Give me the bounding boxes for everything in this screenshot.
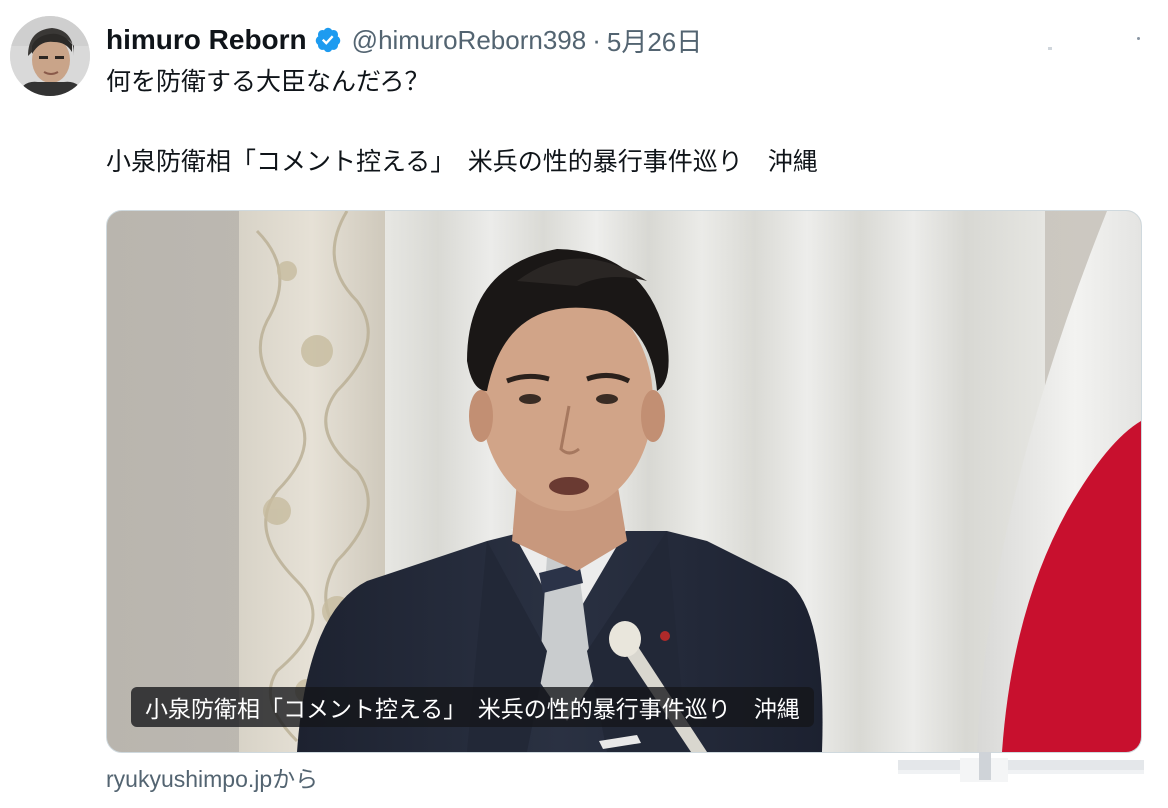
avatar[interactable] — [10, 16, 90, 96]
scroll-handle[interactable] — [979, 752, 991, 780]
card-caption: 小泉防衛相「コメント控える」 米兵の性的暴行事件巡り 沖縄 — [131, 687, 814, 727]
scroll-track-shadow — [898, 770, 1144, 774]
decorative-mark — [1048, 47, 1052, 50]
tweet-text: 何を防衛する大臣なんだろ？ 小泉防衛相「コメント控える」 米兵の性的暴行事件巡り… — [106, 64, 1066, 180]
avatar-image — [10, 16, 90, 96]
tweet-header: himuro Reborn @himuroReborn398 · 5月26日 — [106, 20, 702, 60]
separator-dot: · — [592, 24, 601, 55]
tweet-line-2: 小泉防衛相「コメント控える」 米兵の性的暴行事件巡り 沖縄 — [106, 147, 818, 176]
tweet-date[interactable]: 5月26日 — [607, 22, 702, 59]
tweet-line-1: 何を防衛する大臣なんだろ？ — [106, 67, 430, 96]
author-handle[interactable]: @himuroReborn398 — [352, 25, 587, 56]
author-name[interactable]: himuro Reborn — [106, 24, 307, 56]
card-source[interactable]: ryukyushimpo.jpから — [106, 762, 318, 792]
card-image — [107, 211, 1141, 752]
scroll-track — [898, 760, 1144, 770]
verified-badge-icon — [315, 27, 340, 53]
link-card[interactable]: 小泉防衛相「コメント控える」 米兵の性的暴行事件巡り 沖縄 — [106, 210, 1142, 753]
more-icon[interactable] — [1131, 31, 1145, 45]
